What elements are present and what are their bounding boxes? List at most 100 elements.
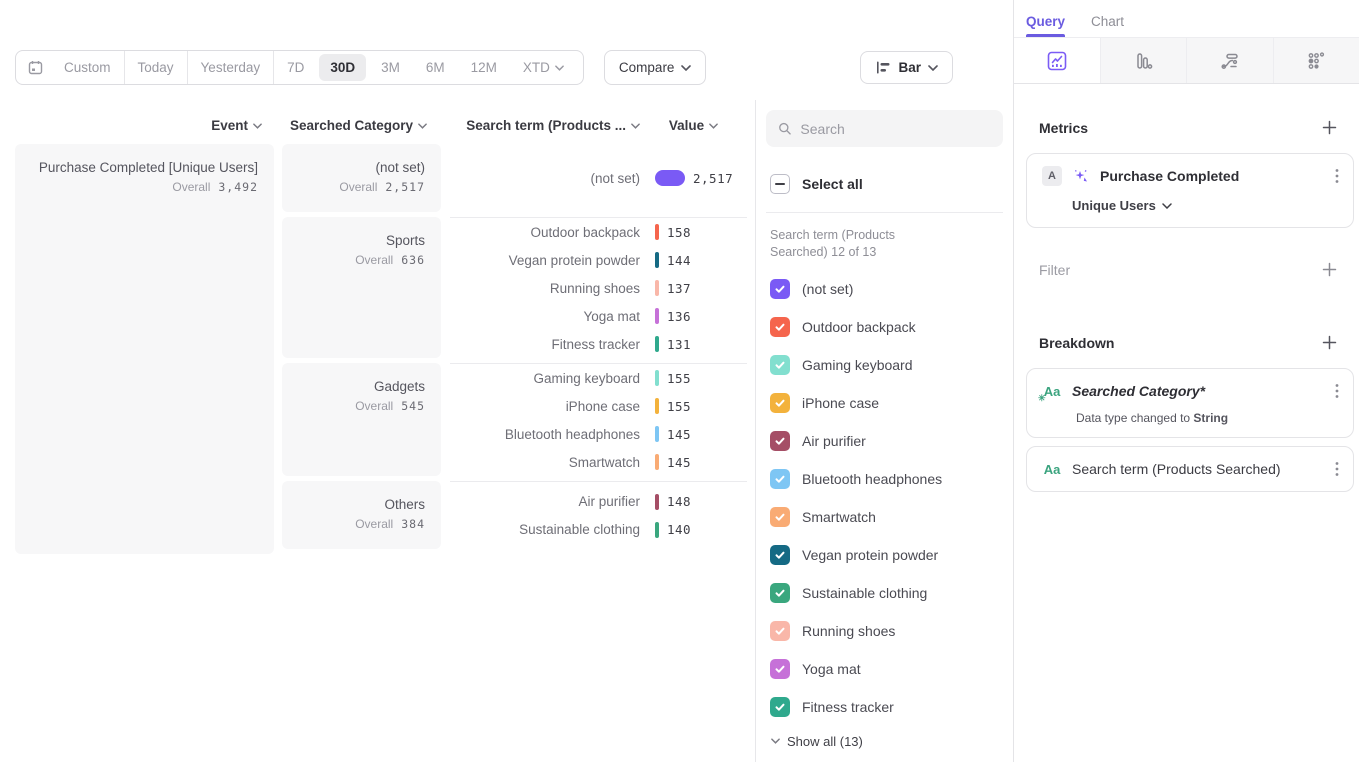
breakdown-card-searched-category[interactable]: Aa✳ Searched Category* Data type changed… <box>1026 368 1354 438</box>
table-row[interactable]: Yoga mat 136 <box>450 302 747 330</box>
metrics-section-header: Metrics <box>1014 118 1359 137</box>
check-icon <box>774 587 786 599</box>
event-cell[interactable]: Purchase Completed [Unique Users] Overal… <box>15 144 274 554</box>
metric-menu-button[interactable] <box>1333 166 1341 186</box>
table-row[interactable]: Gaming keyboard155 <box>450 364 747 392</box>
legend-item[interactable]: Sustainable clothing <box>756 574 1013 612</box>
date-range-3m[interactable]: 3M <box>368 51 413 84</box>
row-value: 158 <box>667 225 691 240</box>
date-range-7d[interactable]: 7D <box>274 51 317 84</box>
value-bar <box>655 454 659 470</box>
legend-item[interactable]: Smartwatch <box>756 498 1013 536</box>
date-range-custom[interactable]: Custom <box>51 51 125 84</box>
legend-item[interactable]: Air purifier <box>756 422 1013 460</box>
row-value: 140 <box>667 522 691 537</box>
row-label: Smartwatch <box>450 455 640 470</box>
metric-counting-method[interactable]: Unique Users <box>1072 198 1341 213</box>
table-row[interactable]: Air purifier148 <box>450 488 747 516</box>
table-row[interactable]: Smartwatch 145 <box>450 448 747 476</box>
row-label: Yoga mat <box>450 309 640 324</box>
date-range-6m[interactable]: 6M <box>413 51 458 84</box>
tab-chart[interactable]: Chart <box>1091 14 1124 37</box>
legend-item[interactable]: Outdoor backpack <box>756 308 1013 346</box>
row-value: 155 <box>667 371 691 386</box>
legend-item[interactable]: iPhone case <box>756 384 1013 422</box>
date-range-today[interactable]: Today <box>125 51 188 84</box>
row-label: Vegan protein powder <box>450 253 640 268</box>
table-row[interactable]: (not set)2,517 <box>450 164 747 192</box>
add-breakdown-button[interactable] <box>1320 333 1339 352</box>
legend-item[interactable]: Yoga mat <box>756 650 1013 688</box>
filter-section-header: Filter <box>1014 260 1359 279</box>
breakdown-menu-button[interactable] <box>1333 381 1341 401</box>
date-range-yesterday[interactable]: Yesterday <box>188 51 275 84</box>
legend-item[interactable]: Vegan protein powder <box>756 536 1013 574</box>
column-header-value[interactable]: Value <box>640 118 747 133</box>
legend-item[interactable]: Running shoes <box>756 612 1013 650</box>
table-row[interactable]: Outdoor backpack158 <box>450 218 747 246</box>
row-value: 145 <box>667 455 691 470</box>
kebab-icon <box>1335 383 1339 399</box>
retention-icon <box>1304 49 1328 73</box>
check-icon <box>774 473 786 485</box>
breakdown-heading: Breakdown <box>1039 335 1114 351</box>
checkbox-icon <box>770 469 790 489</box>
value-bar <box>655 494 659 510</box>
breakdown-menu-button[interactable] <box>1333 459 1341 479</box>
value-bar <box>655 252 659 268</box>
value-bar <box>655 398 659 414</box>
report-type-funnels[interactable] <box>1100 38 1187 83</box>
column-header-category[interactable]: Searched Category <box>282 118 441 133</box>
date-range-xtd[interactable]: XTD <box>510 51 577 84</box>
modified-star-icon: ✳ <box>1038 393 1046 404</box>
compare-label: Compare <box>619 60 675 75</box>
category-cell[interactable]: OthersOverall384 <box>282 481 441 549</box>
row-value: 136 <box>667 309 691 324</box>
table-row[interactable]: iPhone case155 <box>450 392 747 420</box>
date-range-30d[interactable]: 30D <box>319 54 366 81</box>
chart-type-button[interactable]: Bar <box>860 51 953 84</box>
string-property-icon: Aa✳ <box>1042 381 1062 401</box>
table-row[interactable]: Sustainable clothing140 <box>450 516 747 544</box>
legend-search[interactable] <box>766 110 1003 147</box>
table-row[interactable]: Running shoes137 <box>450 274 747 302</box>
category-cell[interactable]: (not set)Overall2,517 <box>282 144 441 212</box>
category-cell[interactable]: SportsOverall636 <box>282 217 441 358</box>
legend-item[interactable]: Fitness tracker <box>756 688 1013 726</box>
row-value: 144 <box>667 253 691 268</box>
table-row[interactable]: Bluetooth headphones145 <box>450 420 747 448</box>
search-input[interactable] <box>800 121 991 137</box>
column-header-search-term[interactable]: Search term (Products ... <box>450 118 640 133</box>
legend-item-label: Yoga mat <box>802 661 861 677</box>
add-filter-button[interactable] <box>1320 260 1339 279</box>
report-type-insights[interactable] <box>1014 38 1100 83</box>
tab-query[interactable]: Query <box>1026 14 1065 37</box>
category-title: Gadgets <box>298 379 425 394</box>
table-row[interactable]: Vegan protein powder 144 <box>450 246 747 274</box>
checkbox-icon <box>770 317 790 337</box>
compare-button[interactable]: Compare <box>604 50 707 85</box>
category-cell[interactable]: GadgetsOverall545 <box>282 363 441 476</box>
add-metric-button[interactable] <box>1320 118 1339 137</box>
report-type-flows[interactable] <box>1186 38 1273 83</box>
checkbox-icon <box>770 279 790 299</box>
plus-icon <box>1322 335 1337 350</box>
metric-card[interactable]: A Purchase Completed Unique Users <box>1026 153 1354 228</box>
checkbox-icon <box>770 355 790 375</box>
table-row[interactable]: Fitness tracker131 <box>450 330 747 358</box>
date-range-12m[interactable]: 12M <box>458 51 510 84</box>
legend-item[interactable]: Bluetooth headphones <box>756 460 1013 498</box>
show-all-button[interactable]: Show all (13) <box>771 734 1013 749</box>
legend-item[interactable]: (not set) <box>756 270 1013 308</box>
breakdown-card-search-term[interactable]: Aa Search term (Products Searched) <box>1026 446 1354 492</box>
legend-item[interactable]: Gaming keyboard <box>756 346 1013 384</box>
report-type-retention[interactable] <box>1273 38 1359 83</box>
check-icon <box>774 511 786 523</box>
kebab-icon <box>1335 168 1339 184</box>
row-label: Fitness tracker <box>450 337 640 352</box>
filter-heading: Filter <box>1039 262 1070 278</box>
sort-chevron-icon <box>418 123 427 129</box>
select-all-checkbox[interactable]: Select all <box>770 173 1013 195</box>
column-header-event[interactable]: Event <box>15 118 274 133</box>
table-header-row: Event Searched Category Search term (Pro… <box>15 118 755 133</box>
